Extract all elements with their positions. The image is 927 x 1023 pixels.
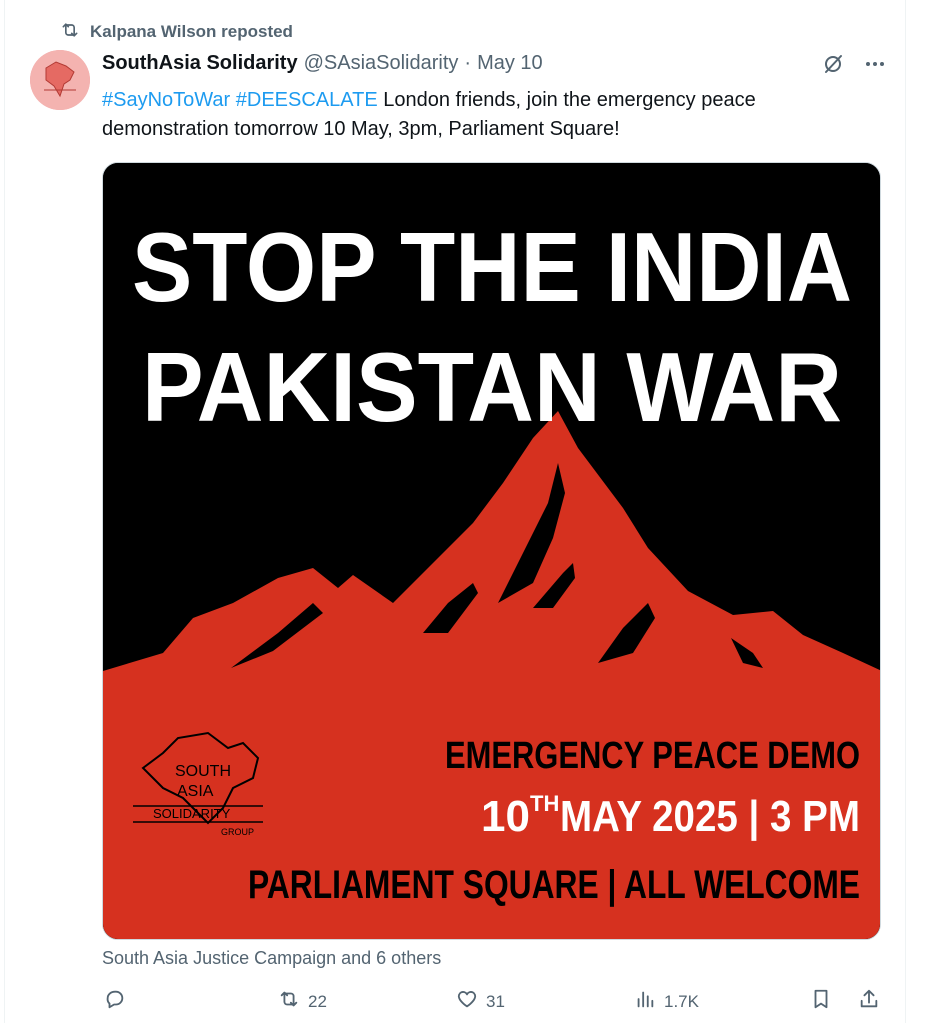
poster-title-line1: STOP THE INDIA: [132, 212, 852, 322]
poster-date-day: 10: [481, 792, 530, 841]
author-handle[interactable]: @SAsiaSolidarity: [304, 52, 459, 75]
repost-button[interactable]: 22: [278, 988, 327, 1015]
poster-date-suffix: TH: [530, 791, 559, 816]
repost-context[interactable]: Kalpana Wilson reposted: [60, 20, 293, 44]
header-actions: [821, 52, 887, 81]
views-count: 1.7K: [664, 991, 699, 1011]
repost-context-label: Kalpana Wilson reposted: [90, 22, 293, 41]
poster-date-rest: MAY 2025 | 3 PM: [560, 792, 860, 842]
timeline-border-left: [4, 0, 5, 1023]
like-count: 31: [486, 991, 505, 1011]
hashtag-deescalate[interactable]: #DEESCALATE: [236, 89, 378, 111]
tweet-header: SouthAsia Solidarity @SAsiaSolidarity · …: [102, 52, 543, 75]
author-name[interactable]: SouthAsia Solidarity: [102, 52, 298, 75]
poster-venue: PARLIAMENT SQUARE | ALL WELCOME: [248, 863, 860, 907]
more-options-icon[interactable]: [863, 52, 887, 81]
reply-icon: [104, 988, 126, 1015]
poster-event-name: EMERGENCY PEACE DEMO: [445, 735, 860, 777]
header-separator: ·: [464, 52, 472, 74]
bookmark-button[interactable]: [810, 988, 832, 1015]
repost-count: 22: [308, 991, 327, 1011]
avatar[interactable]: [30, 50, 90, 110]
timeline-border-right: [905, 0, 906, 1023]
share-button[interactable]: [858, 988, 880, 1015]
repost-action-icon: [278, 988, 300, 1015]
hashtag-saynotowar[interactable]: #SayNoToWar: [102, 89, 230, 111]
logo-text-south: SOUTH: [175, 763, 231, 780]
logo-text-asia: ASIA: [177, 783, 214, 800]
views-button[interactable]: 1.7K: [634, 988, 699, 1015]
tweet-text: #SayNoToWar #DEESCALATE London friends, …: [102, 86, 882, 144]
grok-icon[interactable]: [821, 52, 845, 81]
logo-text-solidarity: SOLIDARITY: [153, 806, 231, 821]
tweet-date[interactable]: May 10: [477, 52, 543, 75]
logo-text-group: GROUP: [221, 827, 254, 837]
heart-icon: [456, 988, 478, 1015]
repost-icon: [60, 20, 80, 45]
tweet-media-image[interactable]: STOP THE INDIA PAKISTAN WAR EMERGENCY PE…: [102, 162, 881, 940]
views-icon: [634, 988, 656, 1015]
poster-title-line2: PAKISTAN WAR: [142, 332, 842, 442]
like-button[interactable]: 31: [456, 988, 505, 1015]
reply-button[interactable]: [104, 988, 134, 1015]
share-icon: [858, 988, 880, 1015]
social-context[interactable]: South Asia Justice Campaign and 6 others: [102, 948, 441, 969]
tweet-actions: 22 31 1.7K: [102, 988, 881, 1020]
bookmark-icon: [810, 988, 832, 1015]
